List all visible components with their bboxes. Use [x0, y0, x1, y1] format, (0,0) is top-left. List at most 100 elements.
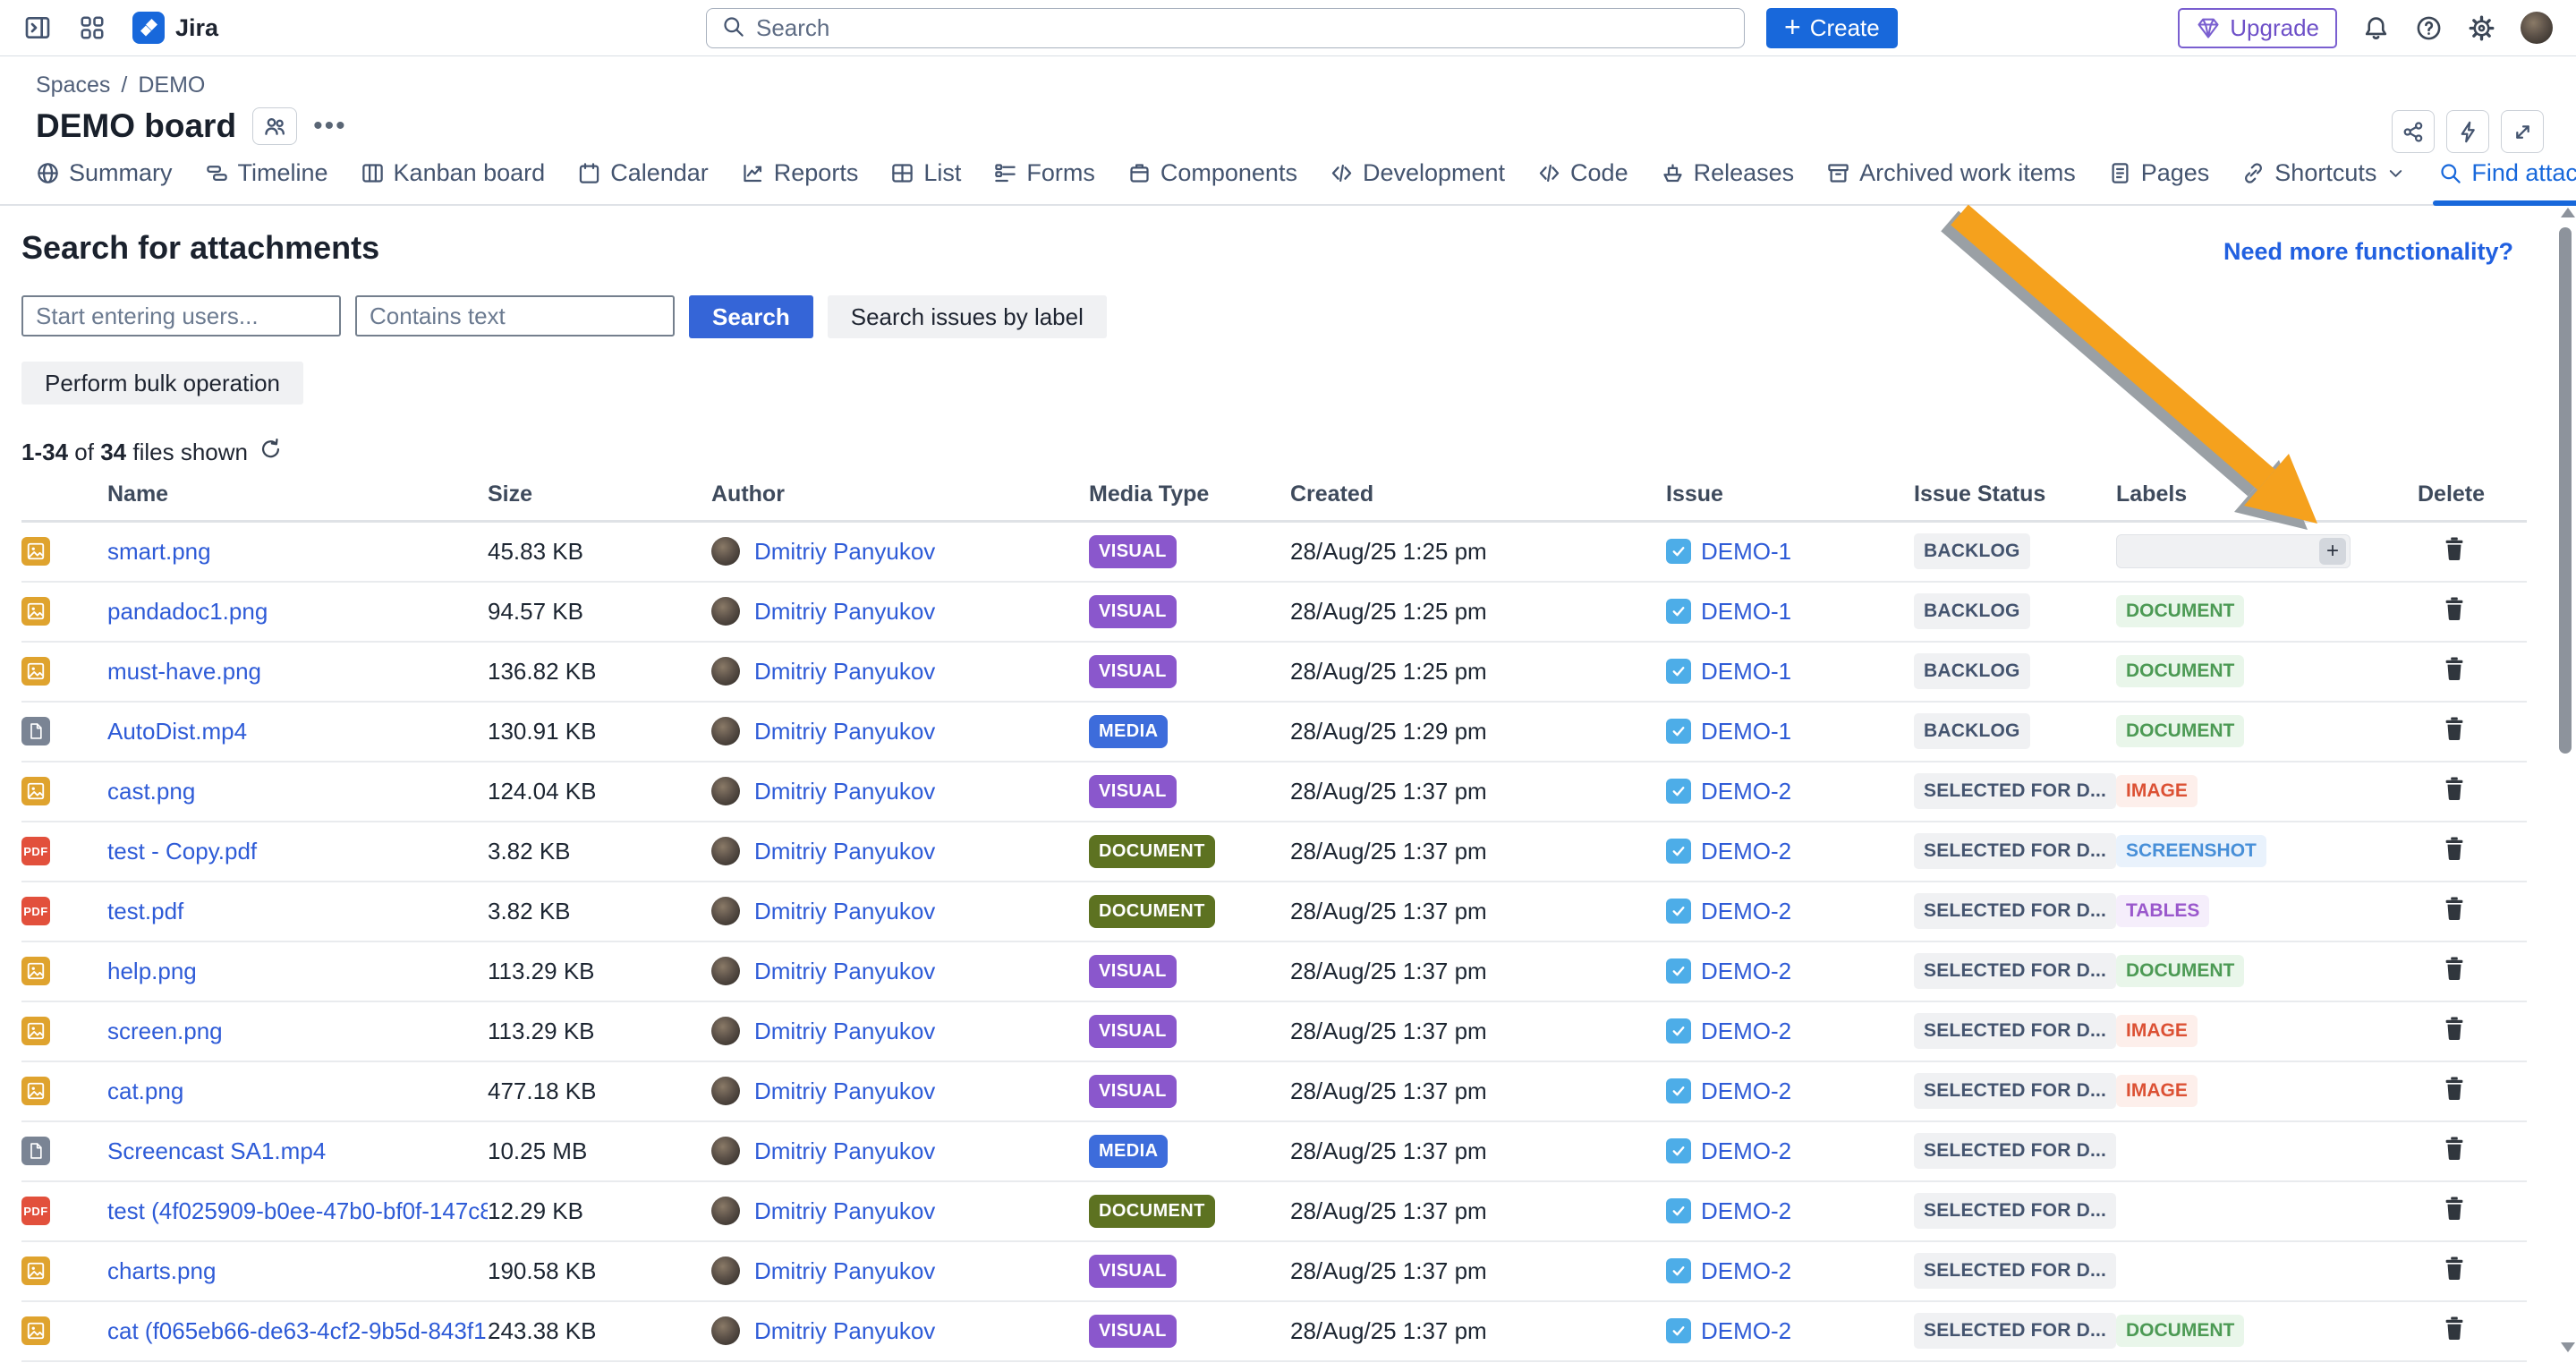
tab-forms[interactable]: Forms	[993, 156, 1095, 204]
author-link[interactable]: Dmitriy Panyukov	[754, 1137, 935, 1165]
file-name-link[interactable]: screen.png	[107, 1018, 223, 1044]
delete-attachment-button[interactable]	[2418, 534, 2468, 566]
issue-link[interactable]: DEMO-2	[1701, 1317, 1791, 1345]
author-link[interactable]: Dmitriy Panyukov	[754, 838, 935, 865]
delete-attachment-button[interactable]	[2418, 1194, 2468, 1225]
tab-calendar[interactable]: Calendar	[577, 156, 709, 204]
file-name-link[interactable]: cat.png	[107, 1078, 183, 1104]
need-more-functionality-link[interactable]: Need more functionality?	[2223, 238, 2513, 266]
tab-shortcuts[interactable]: Shortcuts	[2241, 156, 2406, 204]
delete-attachment-button[interactable]	[2418, 1014, 2468, 1045]
file-name-link[interactable]: cat (f065eb66-de63-4cf2-9b5d-843f1b9e...	[107, 1317, 488, 1344]
scrollbar-up-arrow[interactable]	[2561, 208, 2575, 217]
author-link[interactable]: Dmitriy Panyukov	[754, 1317, 935, 1345]
user-avatar[interactable]	[2521, 12, 2553, 44]
file-name-link[interactable]: must-have.png	[107, 658, 261, 685]
tab-releases[interactable]: Releases	[1661, 156, 1795, 204]
app-switcher-icon[interactable]	[79, 14, 106, 41]
scrollbar-thumb[interactable]	[2559, 227, 2572, 754]
fullscreen-button[interactable]	[2501, 110, 2544, 153]
label-chip[interactable]: IMAGE	[2116, 1015, 2198, 1047]
issue-link[interactable]: DEMO-2	[1701, 1197, 1791, 1225]
author-link[interactable]: Dmitriy Panyukov	[754, 1078, 935, 1105]
label-chip[interactable]: DOCUMENT	[2116, 655, 2244, 687]
delete-attachment-button[interactable]	[2418, 1074, 2468, 1105]
author-link[interactable]: Dmitriy Panyukov	[754, 1018, 935, 1045]
global-search-input[interactable]: Search	[706, 8, 1745, 48]
delete-attachment-button[interactable]	[2418, 1254, 2468, 1285]
tab-timeline[interactable]: Timeline	[205, 156, 328, 204]
text-filter-input[interactable]	[355, 295, 675, 336]
notifications-bell-icon[interactable]	[2362, 14, 2390, 42]
scrollbar-down-arrow[interactable]	[2561, 1342, 2575, 1352]
label-chip[interactable]: DOCUMENT	[2116, 715, 2244, 747]
delete-attachment-button[interactable]	[2418, 774, 2468, 805]
author-link[interactable]: Dmitriy Panyukov	[754, 658, 935, 686]
bulk-operation-button[interactable]: Perform bulk operation	[21, 362, 303, 405]
breadcrumb-project-link[interactable]: DEMO	[138, 72, 205, 98]
breadcrumb-spaces-link[interactable]: Spaces	[36, 72, 110, 98]
label-chip[interactable]: DOCUMENT	[2116, 595, 2244, 627]
issue-link[interactable]: DEMO-2	[1701, 778, 1791, 805]
delete-attachment-button[interactable]	[2418, 594, 2468, 626]
issue-link[interactable]: DEMO-2	[1701, 838, 1791, 865]
tab-list[interactable]: List	[890, 156, 961, 204]
author-link[interactable]: Dmitriy Panyukov	[754, 1197, 935, 1225]
file-name-link[interactable]: help.png	[107, 958, 197, 984]
issue-link[interactable]: DEMO-2	[1701, 1078, 1791, 1105]
users-filter-input[interactable]	[21, 295, 341, 336]
settings-gear-icon[interactable]	[2468, 14, 2495, 42]
tab-pages[interactable]: Pages	[2108, 156, 2210, 204]
tab-archived-work-items[interactable]: Archived work items	[1826, 156, 2076, 204]
issue-link[interactable]: DEMO-1	[1701, 598, 1791, 626]
author-link[interactable]: Dmitriy Panyukov	[754, 718, 935, 745]
issue-link[interactable]: DEMO-1	[1701, 718, 1791, 745]
board-more-actions-button[interactable]: •••	[313, 111, 347, 141]
author-link[interactable]: Dmitriy Panyukov	[754, 958, 935, 985]
label-input[interactable]: +	[2116, 534, 2351, 568]
issue-link[interactable]: DEMO-1	[1701, 538, 1791, 566]
jira-logo[interactable]: Jira	[132, 12, 218, 44]
author-link[interactable]: Dmitriy Panyukov	[754, 538, 935, 566]
file-name-link[interactable]: charts.png	[107, 1257, 216, 1284]
tab-components[interactable]: Components	[1127, 156, 1297, 204]
issue-link[interactable]: DEMO-2	[1701, 958, 1791, 985]
delete-attachment-button[interactable]	[2418, 894, 2468, 925]
label-chip[interactable]: DOCUMENT	[2116, 1315, 2244, 1347]
delete-attachment-button[interactable]	[2418, 834, 2468, 865]
automation-button[interactable]	[2446, 110, 2489, 153]
tab-code[interactable]: Code	[1537, 156, 1628, 204]
issue-link[interactable]: DEMO-2	[1701, 1137, 1791, 1165]
file-name-link[interactable]: test.pdf	[107, 898, 183, 924]
delete-attachment-button[interactable]	[2418, 1134, 2468, 1165]
author-link[interactable]: Dmitriy Panyukov	[754, 778, 935, 805]
file-name-link[interactable]: pandadoc1.png	[107, 598, 268, 625]
share-button[interactable]	[2392, 110, 2435, 153]
file-name-link[interactable]: cast.png	[107, 778, 195, 805]
label-chip[interactable]: TABLES	[2116, 895, 2209, 927]
issue-link[interactable]: DEMO-2	[1701, 898, 1791, 925]
author-link[interactable]: Dmitriy Panyukov	[754, 598, 935, 626]
delete-attachment-button[interactable]	[2418, 654, 2468, 686]
label-chip[interactable]: SCREENSHOT	[2116, 835, 2266, 867]
label-chip[interactable]: IMAGE	[2116, 1075, 2198, 1107]
file-name-link[interactable]: test (4f025909-b0ee-47b0-bf0f-147c8afd..…	[107, 1197, 488, 1224]
label-chip[interactable]: DOCUMENT	[2116, 955, 2244, 987]
refresh-icon[interactable]	[259, 437, 283, 467]
create-button[interactable]: + Create	[1766, 8, 1898, 48]
file-name-link[interactable]: test - Copy.pdf	[107, 838, 257, 865]
collapse-sidebar-icon[interactable]	[23, 13, 52, 42]
author-link[interactable]: Dmitriy Panyukov	[754, 898, 935, 925]
label-chip[interactable]: IMAGE	[2116, 775, 2198, 807]
add-label-button[interactable]: +	[2319, 538, 2346, 565]
file-name-link[interactable]: smart.png	[107, 538, 211, 565]
issue-link[interactable]: DEMO-1	[1701, 658, 1791, 686]
file-name-link[interactable]: AutoDist.mp4	[107, 718, 247, 745]
help-icon[interactable]	[2415, 14, 2443, 42]
delete-attachment-button[interactable]	[2418, 714, 2468, 745]
issue-link[interactable]: DEMO-2	[1701, 1257, 1791, 1285]
author-link[interactable]: Dmitriy Panyukov	[754, 1257, 935, 1285]
tab-find-attachments[interactable]: Find attachments	[2438, 156, 2576, 204]
search-by-label-button[interactable]: Search issues by label	[828, 295, 1107, 338]
tab-development[interactable]: Development	[1330, 156, 1505, 204]
